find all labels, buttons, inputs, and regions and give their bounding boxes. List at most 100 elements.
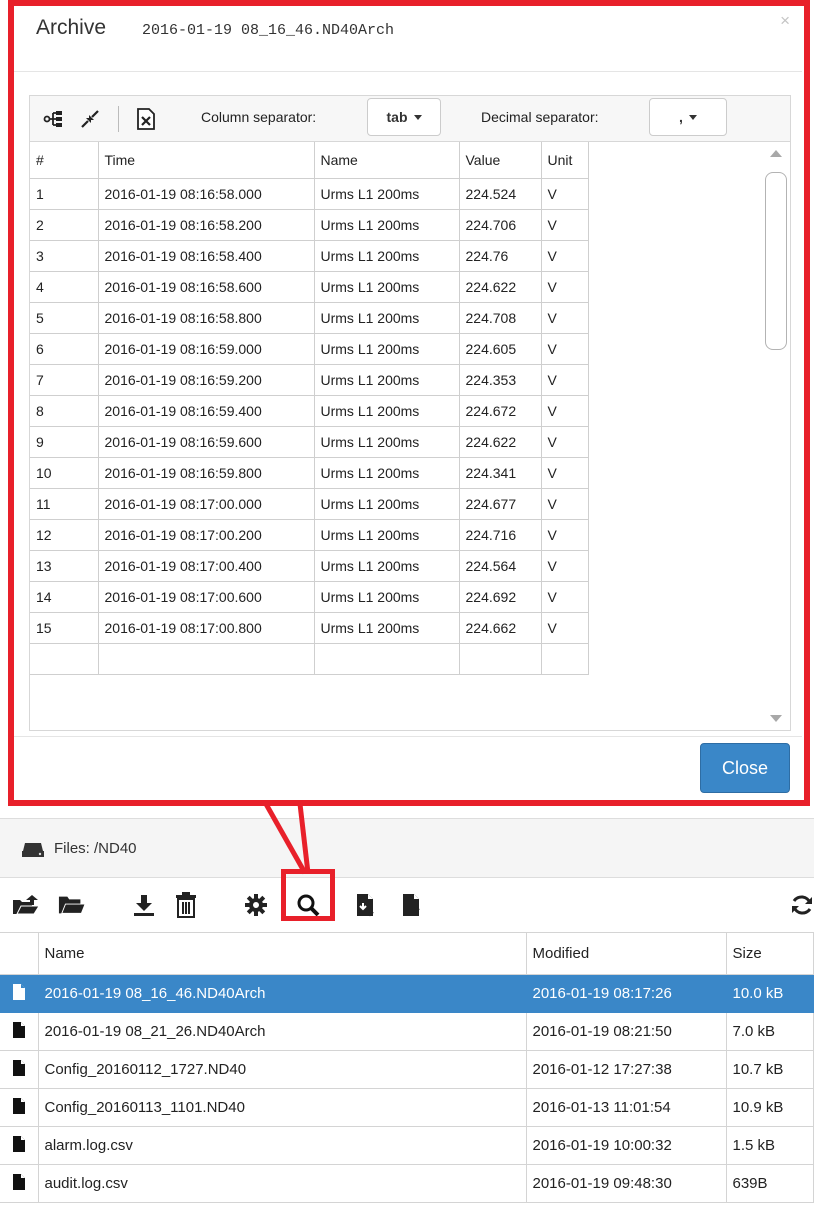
file-name: audit.log.csv: [37, 1164, 527, 1203]
file-export-icon[interactable]: [398, 890, 426, 920]
table-cell: 2016-01-19 08:16:59.000: [97, 332, 315, 365]
table-row[interactable]: 12 2016-01-19 08:17:00.200 Urms L1 200ms 22…: [30, 518, 589, 551]
table-row[interactable]: 5 2016-01-19 08:16:58.800 Urms L1 200ms 224…: [30, 301, 589, 334]
trash-icon[interactable]: [172, 890, 200, 920]
table-cell: 2016-01-19 08:16:58.600: [97, 270, 315, 303]
table-row[interactable]: 13 2016-01-19 08:17:00.400 Urms L1 200ms 22…: [30, 549, 589, 582]
table-cell: 2016-01-19 08:16:59.400: [97, 394, 315, 427]
file-row[interactable]: audit.log.csv 2016-01-19 09:48:30 639B: [0, 1164, 814, 1203]
column-header[interactable]: Size: [725, 932, 814, 975]
chevron-down-icon: [413, 114, 422, 120]
table-cell: V: [540, 518, 589, 551]
files-panel-header: Files: /ND40: [0, 818, 814, 878]
table-row[interactable]: 15 2016-01-19 08:17:00.800 Urms L1 200ms 22…: [30, 611, 589, 644]
tree-icon[interactable]: [42, 107, 66, 131]
file-name: Config_20160112_1727.ND40: [37, 1050, 527, 1089]
files-table: Name Modified Size 2016-01-19 08_16_46.N…: [0, 932, 814, 1203]
table-cell: Urms L1 200ms: [313, 270, 460, 303]
file-size: 10.0 kB: [725, 974, 814, 1013]
scroll-up-icon[interactable]: [770, 150, 782, 157]
table-row[interactable]: 11 2016-01-19 08:17:00.000 Urms L1 200ms 22…: [30, 487, 589, 520]
table-row[interactable]: 14 2016-01-19 08:17:00.600 Urms L1 200ms 22…: [30, 580, 589, 613]
file-icon: [12, 1097, 25, 1118]
table-cell: Urms L1 200ms: [313, 425, 460, 458]
file-icon-cell: [0, 1088, 39, 1127]
table-cell: 224.76: [458, 239, 542, 272]
table-cell: [97, 642, 315, 675]
file-size: 1.5 kB: [725, 1126, 814, 1165]
refresh-icon[interactable]: [790, 890, 814, 920]
file-size: 10.7 kB: [725, 1050, 814, 1089]
column-header[interactable]: Value: [458, 142, 542, 179]
table-cell: 8: [30, 394, 99, 427]
table-cell: 2016-01-19 08:17:00.600: [97, 580, 315, 613]
file-icon: [12, 983, 25, 1004]
table-cell: Urms L1 200ms: [313, 580, 460, 613]
close-button[interactable]: Close: [700, 743, 790, 793]
table-cell: 1: [30, 177, 99, 210]
table-cell: [30, 642, 99, 675]
table-cell: Urms L1 200ms: [313, 363, 460, 396]
table-row[interactable]: 9 2016-01-19 08:16:59.600 Urms L1 200ms 224…: [30, 425, 589, 458]
file-size: 10.9 kB: [725, 1088, 814, 1127]
file-row[interactable]: alarm.log.csv 2016-01-19 10:00:32 1.5 kB: [0, 1126, 814, 1165]
scroll-thumb[interactable]: [765, 172, 787, 350]
table-cell: 6: [30, 332, 99, 365]
table-cell: 2016-01-19 08:17:00.000: [97, 487, 315, 520]
archive-grid[interactable]: # Time Name Value Unit 1 2016-01-19 08:16…: [29, 141, 791, 731]
table-cell: 224.692: [458, 580, 542, 613]
table-cell: 9: [30, 425, 99, 458]
close-icon[interactable]: ×: [780, 12, 790, 29]
gear-icon[interactable]: [242, 890, 270, 920]
table-row[interactable]: 8 2016-01-19 08:16:59.400 Urms L1 200ms 224…: [30, 394, 589, 427]
table-cell: 2016-01-19 08:16:58.000: [97, 177, 315, 210]
decimal-separator-select[interactable]: ,: [649, 98, 727, 136]
column-header[interactable]: Modified: [525, 932, 727, 975]
file-row[interactable]: Config_20160112_1727.ND40 2016-01-12 17:2…: [0, 1050, 814, 1089]
table-cell: 2: [30, 208, 99, 241]
table-cell: [540, 642, 589, 675]
table-cell: 15: [30, 611, 99, 644]
column-header[interactable]: Name: [37, 932, 527, 975]
collapse-icon[interactable]: [78, 107, 102, 131]
open-folder-up-icon[interactable]: [12, 890, 40, 920]
download-icon[interactable]: [130, 890, 158, 920]
column-header[interactable]: Time: [97, 142, 315, 179]
folder-icon[interactable]: [58, 890, 86, 920]
file-row[interactable]: 2016-01-19 08_21_26.ND40Arch 2016-01-19 0…: [0, 1012, 814, 1051]
table-cell: Urms L1 200ms: [313, 456, 460, 489]
table-cell: 224.672: [458, 394, 542, 427]
table-cell: V: [540, 394, 589, 427]
column-header[interactable]: #: [30, 142, 99, 179]
table-row[interactable]: 10 2016-01-19 08:16:59.800 Urms L1 200ms 22…: [30, 456, 589, 489]
table-row[interactable]: 6 2016-01-19 08:16:59.000 Urms L1 200ms 224…: [30, 332, 589, 365]
table-row[interactable]: 4 2016-01-19 08:16:58.600 Urms L1 200ms 224…: [30, 270, 589, 303]
file-row[interactable]: Config_20160113_1101.ND40 2016-01-13 11:0…: [0, 1088, 814, 1127]
column-header[interactable]: Unit: [540, 142, 589, 179]
search-icon[interactable]: [294, 890, 322, 920]
file-import-icon[interactable]: [352, 890, 380, 920]
table-cell: 5: [30, 301, 99, 334]
scroll-down-icon[interactable]: [770, 715, 782, 722]
file-row[interactable]: 2016-01-19 08_16_46.ND40Arch 2016-01-19 0…: [0, 974, 814, 1013]
table-cell: 2016-01-19 08:16:58.800: [97, 301, 315, 334]
table-cell: Urms L1 200ms: [313, 177, 460, 210]
table-row[interactable]: 7 2016-01-19 08:16:59.200 Urms L1 200ms 224…: [30, 363, 589, 396]
table-cell: 224.716: [458, 518, 542, 551]
table-row[interactable]: 1 2016-01-19 08:16:58.000 Urms L1 200ms 224…: [30, 177, 589, 210]
vertical-scrollbar[interactable]: [762, 142, 790, 730]
files-panel: Files: /ND40 Name Modified Size 2016-01-…: [0, 818, 814, 1227]
table-cell: V: [540, 270, 589, 303]
chevron-down-icon: [688, 114, 697, 120]
table-row[interactable]: 3 2016-01-19 08:16:58.400 Urms L1 200ms 224…: [30, 239, 589, 272]
table-cell: Urms L1 200ms: [313, 239, 460, 272]
toolbar-divider: [118, 106, 119, 132]
column-header[interactable]: Name: [313, 142, 460, 179]
table-row[interactable]: 2 2016-01-19 08:16:58.200 Urms L1 200ms 224…: [30, 208, 589, 241]
table-cell: [458, 642, 542, 675]
table-cell: Urms L1 200ms: [313, 549, 460, 582]
table-cell: 2016-01-19 08:17:00.400: [97, 549, 315, 582]
excel-export-icon[interactable]: [134, 107, 158, 131]
column-separator-select[interactable]: tab: [367, 98, 441, 136]
table-cell: 224.708: [458, 301, 542, 334]
